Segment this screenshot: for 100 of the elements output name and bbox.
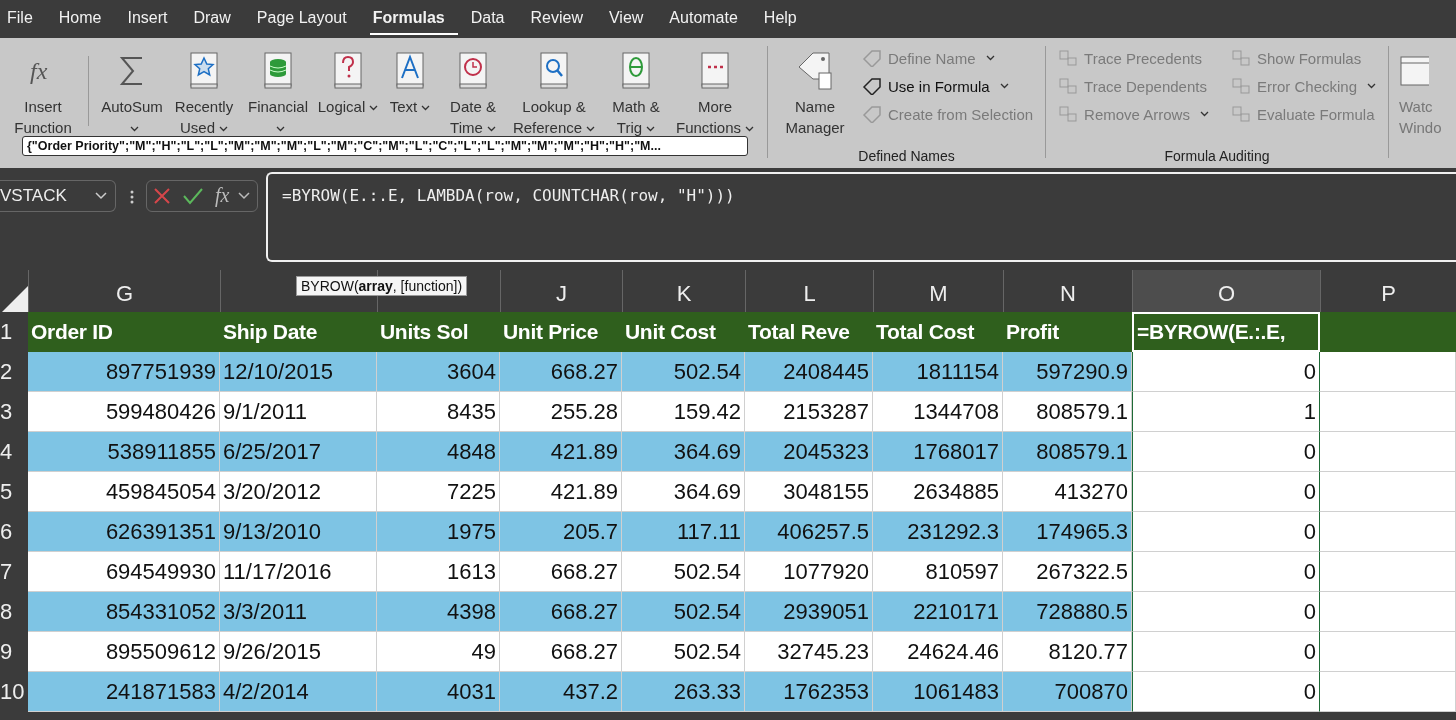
menu-tab[interactable]: Automate (666, 3, 751, 35)
table-cell: 1762353 (745, 672, 873, 712)
table-cell: 668.27 (500, 552, 622, 592)
table-cell: 502.54 (622, 632, 745, 672)
table-cell: 599480426 (28, 392, 220, 432)
table-cell: 810597 (873, 552, 1003, 592)
caret-icon (219, 126, 228, 133)
table-cell: 8435 (377, 392, 500, 432)
select-all-icon[interactable] (2, 286, 28, 312)
magnifier-book-icon (539, 52, 569, 90)
table-cell: 2210171 (873, 592, 1003, 632)
caret-icon (369, 105, 379, 112)
ribbon-button[interactable]: More Functions (673, 46, 757, 138)
header-cell: Unit Price (500, 312, 622, 352)
menu-tab[interactable]: Formulas (369, 3, 458, 35)
table-cell: 728880.5 (1003, 592, 1132, 632)
table-cell: 694549930 (28, 552, 220, 592)
star-book-icon (189, 52, 219, 90)
row-header[interactable]: 1 (0, 312, 28, 352)
table-cell: 11/17/2016 (220, 552, 377, 592)
table-cell: 4/2/2014 (220, 672, 377, 712)
ribbon-button[interactable]: Lookup & Reference (509, 46, 599, 138)
more-icon (130, 190, 134, 204)
table-cell: 9/26/2015 (220, 632, 377, 672)
table-cell: 263.33 (622, 672, 745, 712)
name-box[interactable]: VSTACK (0, 180, 116, 212)
cancel-icon[interactable] (152, 186, 172, 206)
window-icon (1399, 53, 1429, 89)
table-cell: 1975 (377, 512, 500, 552)
header-cell: Total Cost (873, 312, 1003, 352)
command-icon (1230, 77, 1251, 95)
table-cell: 1344708 (873, 392, 1003, 432)
table-cell: 2408445 (745, 352, 873, 392)
row-header[interactable]: 3 (0, 392, 28, 432)
row-header[interactable]: 9 (0, 632, 28, 672)
ribbon-button[interactable]: AutoSum (99, 46, 165, 138)
table-cell: 626391351 (28, 512, 220, 552)
table-cell: 502.54 (622, 552, 745, 592)
function-tooltip: BYROW(array, [function]) (296, 276, 468, 296)
row-header[interactable]: 8 (0, 592, 28, 632)
command-icon (862, 77, 882, 95)
table-cell: 421.89 (500, 472, 622, 512)
menu-tab[interactable]: File (4, 3, 46, 35)
dots-book-icon (700, 52, 730, 90)
row-header[interactable]: 2 (0, 352, 28, 392)
table-cell: 9/13/2010 (220, 512, 377, 552)
menu-tab[interactable]: Home (55, 3, 115, 35)
formula-field[interactable]: =BYROW(E.:.E, LAMBDA(row, COUNTCHAR(row, "H"))) (266, 172, 1456, 262)
table-cell: 12/10/2015 (220, 352, 377, 392)
menu-tab[interactable]: Help (760, 3, 810, 35)
clock-book-icon (458, 52, 488, 90)
menu-tab[interactable]: Review (527, 3, 596, 35)
command-icon (1058, 77, 1079, 95)
row-header[interactable]: 5 (0, 472, 28, 512)
ribbon-button[interactable]: fx Insert Function (8, 46, 78, 138)
table-cell: 668.27 (500, 352, 622, 392)
table-cell: 4848 (377, 432, 500, 472)
table-cell: 49 (377, 632, 500, 672)
table-cell: 413270 (1003, 472, 1132, 512)
row-header[interactable]: 7 (0, 552, 28, 592)
header-cell: Order ID (28, 312, 220, 352)
table-cell: 255.28 (500, 392, 622, 432)
table-cell: 9/1/2011 (220, 392, 377, 432)
caret-icon (586, 126, 596, 133)
row-header[interactable]: 10 (0, 672, 28, 712)
command-icon (1230, 105, 1251, 123)
row-header[interactable]: 6 (0, 512, 28, 552)
header-cell: Unit Cost (622, 312, 745, 352)
table-cell: 1613 (377, 552, 500, 592)
table-cell: 597290.9 (1003, 352, 1132, 392)
table-cell: 808579.1 (1003, 392, 1132, 432)
table-cell: 2939051 (745, 592, 873, 632)
caret-icon (999, 83, 1009, 89)
menu-tab[interactable]: Insert (124, 3, 181, 35)
table-cell: 0 (1132, 472, 1320, 512)
ribbon-command[interactable]: Use in Formula (858, 74, 1038, 98)
caret-icon (421, 105, 431, 112)
command-icon (1058, 49, 1079, 67)
name-manager-button[interactable]: Name Manager (778, 46, 852, 138)
table-cell: 0 (1132, 432, 1320, 472)
header-cell: Total Reve (745, 312, 873, 352)
header-cell: Profit (1003, 312, 1132, 352)
table-cell: 241871583 (28, 672, 220, 712)
caret-icon (985, 55, 995, 61)
enter-icon[interactable] (182, 186, 204, 206)
ribbon-button[interactable]: Logical (317, 46, 379, 117)
caret-icon (275, 126, 285, 133)
caret-icon (486, 126, 496, 133)
row-header[interactable]: 4 (0, 432, 28, 472)
menu-tab[interactable]: Draw (190, 3, 244, 35)
menu-tab[interactable]: Data (467, 3, 518, 35)
function-icon: fx (28, 55, 58, 87)
ribbon-button[interactable]: Text (383, 46, 437, 117)
column-header[interactable]: O (1132, 270, 1320, 312)
theta-book-icon (621, 52, 651, 90)
table-cell: 895509612 (28, 632, 220, 672)
menu-tab[interactable]: View (605, 3, 657, 35)
table-cell: 3/3/2011 (220, 592, 377, 632)
table-cell: 0 (1132, 592, 1320, 632)
menu-tab[interactable]: Page Layout (253, 3, 360, 35)
